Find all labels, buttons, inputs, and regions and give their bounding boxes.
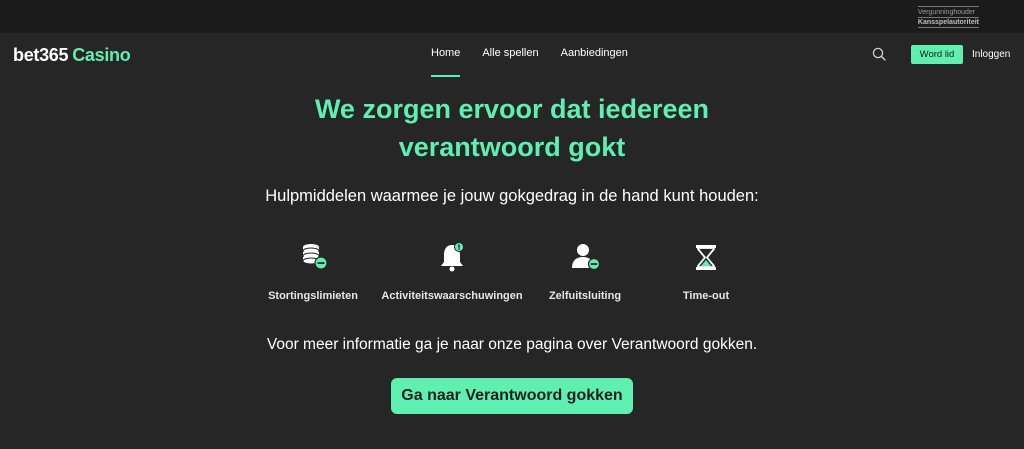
logo-brand: bet365 (13, 45, 69, 65)
page-headline: We zorgen ervoor dat iedereen verantwoor… (0, 90, 1024, 166)
coins-limit-icon (302, 244, 328, 270)
nav-item-home[interactable]: Home (431, 47, 461, 77)
license-badge: Vergunninghouder Kansspelautoriteit (917, 6, 979, 28)
top-bar: Vergunninghouder Kansspelautoriteit (0, 0, 1024, 33)
bet365-casino-logo[interactable]: bet365 Casino (13, 45, 131, 66)
tool-label: Stortingslimieten (268, 290, 358, 302)
search-icon[interactable] (872, 47, 886, 61)
info-text: Voor meer informatie ga je naar onze pag… (266, 336, 758, 353)
nav-links: Home Alle spellen Aanbiedingen (431, 47, 650, 77)
tool-time-out[interactable]: Time-out (626, 240, 786, 302)
nav-item-aanbiedingen[interactable]: Aanbiedingen (561, 47, 628, 77)
headline-line2: verantwoord gokt (398, 132, 626, 162)
license-line2: Kansspelautoriteit (917, 17, 979, 28)
login-link[interactable]: Inloggen (972, 49, 1010, 60)
bell-alert-icon (441, 242, 464, 272)
user-exclusion-icon (572, 244, 601, 271)
tool-stortingslimieten[interactable]: Stortingslimieten (233, 240, 393, 302)
hourglass-icon (696, 245, 716, 270)
responsible-gambling-button[interactable]: Ga naar Verantwoord gokken (391, 378, 633, 414)
tool-label: Time-out (682, 290, 730, 302)
main-navbar: bet365 Casino Home Alle spellen Aanbiedin… (0, 33, 1024, 77)
tools-subheading: Hulpmiddelen waarmee je jouw gokgedrag i… (265, 187, 759, 205)
license-line1: Vergunninghouder (917, 6, 979, 17)
nav-item-alle-spellen[interactable]: Alle spellen (482, 47, 538, 77)
logo-product: Casino (72, 45, 131, 65)
headline-line1: We zorgen ervoor dat iedereen (314, 94, 710, 124)
join-button[interactable]: Word lid (911, 45, 963, 64)
